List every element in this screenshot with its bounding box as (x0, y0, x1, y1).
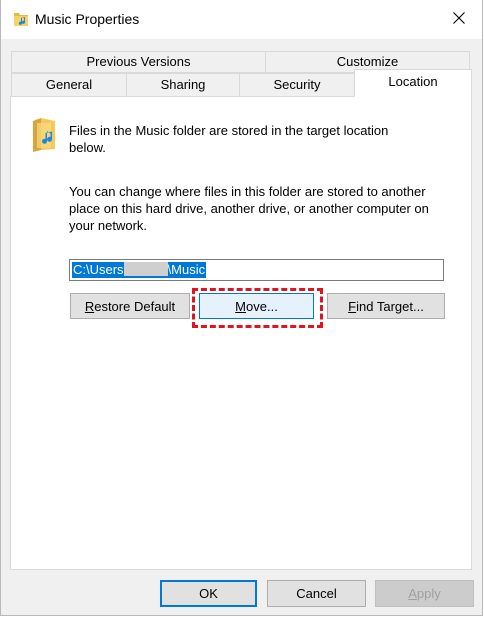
properties-dialog: Music Properties Previous Versions Custo… (0, 0, 483, 616)
find-target-label: Find Target... (348, 299, 424, 314)
music-folder-icon (31, 117, 59, 153)
tab-label: Location (388, 74, 438, 89)
label-rest: pply (416, 586, 441, 601)
location-info-text: Files in the Music folder are stored in … (69, 123, 389, 155)
cancel-button[interactable]: Cancel (267, 580, 366, 607)
path-prefix: C:\Users (73, 262, 124, 277)
tab-label: Customize (336, 54, 399, 69)
tab-label: Security (273, 77, 321, 92)
tab-general[interactable]: General (11, 73, 127, 97)
window-title: Music Properties (35, 11, 140, 27)
access-key: F (348, 298, 357, 314)
access-key: R (84, 298, 95, 314)
access-key: A (408, 586, 417, 601)
redacted-username (123, 262, 168, 276)
find-target-button[interactable]: Find Target... (327, 293, 445, 319)
tab-previous-versions[interactable]: Previous Versions (11, 51, 266, 73)
path-selection: C:\Users \Music (72, 262, 207, 278)
ok-button[interactable]: OK (160, 580, 257, 607)
tab-security[interactable]: Security (239, 73, 355, 97)
tab-label: General (45, 77, 93, 92)
apply-label: Apply (408, 586, 441, 601)
path-suffix: \Music (167, 262, 206, 277)
ok-label: OK (199, 586, 218, 601)
title-bar: Music Properties (1, 0, 482, 39)
close-button[interactable] (436, 0, 482, 39)
location-panel: Files in the Music folder are stored in … (10, 96, 472, 570)
cancel-label: Cancel (296, 586, 337, 601)
restore-default-label: Restore Default (85, 299, 175, 314)
move-button-highlight (192, 288, 323, 328)
restore-default-button[interactable]: Restore Default (70, 293, 190, 319)
location-description: You can change where files in this folde… (69, 184, 429, 233)
close-icon (453, 12, 465, 27)
tab-label: Sharing (160, 77, 206, 92)
music-folder-icon (13, 10, 29, 28)
location-path-input[interactable]: C:\Users \Music (69, 259, 444, 281)
tab-sharing[interactable]: Sharing (126, 73, 240, 97)
tab-location[interactable]: Location (354, 69, 472, 97)
label-rest: ind Target... (356, 298, 424, 314)
label-rest: estore Default (94, 298, 176, 314)
tab-label: Previous Versions (86, 54, 191, 69)
apply-button[interactable]: Apply (375, 580, 474, 607)
